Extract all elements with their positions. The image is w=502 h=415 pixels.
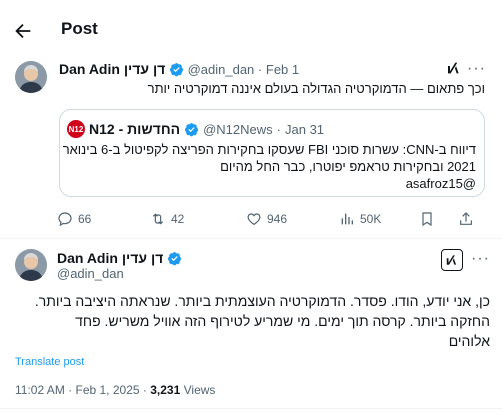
- post-date[interactable]: Feb 1: [266, 62, 299, 77]
- quoted-post[interactable]: N12 N12 - החדשות @N12News · Jan 31 דיווח…: [59, 109, 485, 197]
- post-text-line: כן, אני יודע, הודו. פסדר. הדמוקרטיה העוצ…: [34, 293, 490, 309]
- post-text: וכך פתאום — הדמוקרטיה הגדולה בעולם איננה…: [147, 81, 485, 96]
- quote-mention[interactable]: @asafroz15: [68, 176, 476, 191]
- grok-button[interactable]: [446, 60, 462, 76]
- quote-text-line: 2021 ובחקירות טראמפ יפוטרו, כבר החל מהיו…: [220, 159, 476, 174]
- verified-badge-icon: [169, 63, 184, 77]
- reply-count: 66: [78, 212, 92, 226]
- views-label: Views: [183, 383, 216, 397]
- quote-text-line: דיווח ב-CNN: עשרות סוכני FBI שעסקו בחקיר…: [62, 142, 476, 157]
- quote-author-name: N12 - החדשות: [89, 121, 181, 137]
- author-handle[interactable]: @adin_dan: [57, 266, 124, 281]
- post-text-line: אלוהים: [448, 333, 490, 349]
- views-count: 50K: [360, 212, 382, 226]
- avatar[interactable]: [15, 249, 47, 281]
- translate-post-link[interactable]: Translate post: [15, 356, 84, 368]
- views-icon: [341, 213, 353, 225]
- more-button[interactable]: ···: [467, 60, 486, 78]
- grok-icon: [446, 255, 457, 265]
- repost-button[interactable]: 42: [150, 211, 184, 227]
- bookmark-button[interactable]: [419, 211, 435, 227]
- grok-button[interactable]: [441, 249, 463, 271]
- back-button[interactable]: [12, 20, 34, 42]
- author-name[interactable]: Dan Adin דן עדין: [57, 250, 163, 266]
- back-arrow-icon: [15, 23, 31, 39]
- repost-count: 42: [171, 212, 185, 226]
- n12-logo-icon: N12: [67, 120, 85, 138]
- like-button[interactable]: 946: [246, 211, 287, 227]
- like-icon: [247, 213, 261, 226]
- repost-icon: [152, 213, 164, 225]
- verified-badge-icon: [185, 122, 199, 136]
- post-header: Dan Adin דן עדין @adin_dan · Feb 1: [59, 61, 300, 77]
- verified-badge-icon: [167, 252, 182, 266]
- reply-icon: [58, 212, 72, 227]
- post-meta: 11:02 AM · Feb 1, 2025 · 3,231 Views: [15, 383, 216, 397]
- views-button[interactable]: 50K: [339, 211, 381, 227]
- quote-handle: @N12News: [203, 121, 273, 137]
- author-name[interactable]: Dan Adin דן עדין: [59, 61, 165, 77]
- post-time[interactable]: 11:02 AM: [15, 383, 65, 397]
- divider: [0, 408, 502, 409]
- quote-header: N12 N12 - החדשות @N12News · Jan 31: [67, 120, 325, 138]
- more-button[interactable]: ···: [471, 250, 490, 268]
- avatar[interactable]: [15, 61, 47, 93]
- post-header: Dan Adin דן עדין: [57, 250, 182, 266]
- divider: [0, 238, 502, 239]
- reply-button[interactable]: 66: [57, 211, 91, 227]
- quote-date: Jan 31: [285, 121, 325, 137]
- like-count: 946: [267, 212, 288, 226]
- share-icon: [460, 212, 472, 225]
- author-handle[interactable]: @adin_dan: [188, 62, 255, 77]
- grok-icon: [448, 62, 459, 74]
- page-title: Post: [61, 19, 98, 38]
- post-text-line: החזקה ביותר. קרסה תוך ימים. מי שמריע לטי…: [75, 313, 490, 329]
- share-button[interactable]: [458, 211, 474, 227]
- post-date[interactable]: Feb 1, 2025: [76, 383, 140, 397]
- bookmark-icon: [422, 212, 432, 227]
- views-count: 3,231: [150, 383, 181, 397]
